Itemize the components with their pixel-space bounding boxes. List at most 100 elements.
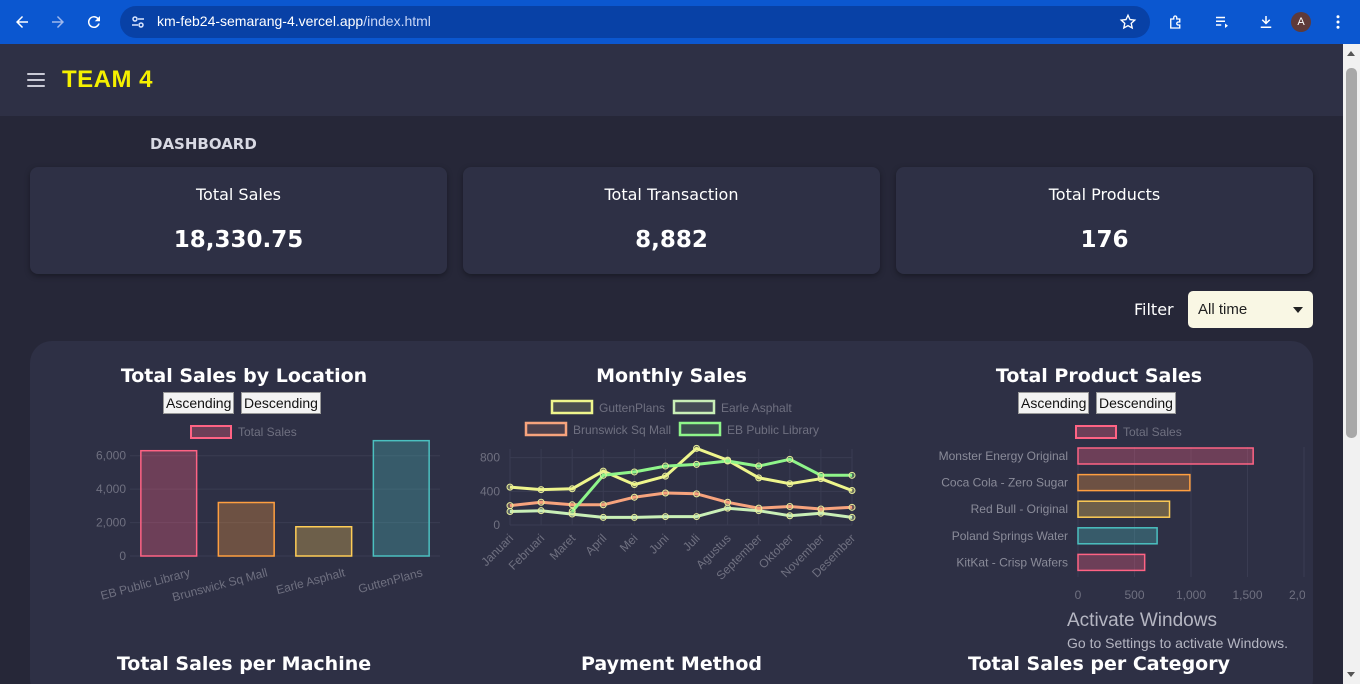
extensions-icon[interactable]	[1162, 8, 1190, 36]
filter-selected-value: All time	[1198, 301, 1248, 318]
data-point	[755, 474, 763, 482]
legend-label: GuttenPlans	[599, 401, 665, 415]
series-line	[509, 446, 853, 492]
url-text: km-feb24-semarang-4.vercel.app/index.htm…	[157, 13, 431, 29]
scroll-down-icon[interactable]	[1347, 672, 1355, 677]
bar	[1077, 447, 1254, 465]
x-tick-label: 1,000	[1176, 588, 1206, 602]
data-point	[630, 513, 638, 521]
payment-chart-title: Payment Method	[580, 653, 762, 675]
bar	[1077, 473, 1191, 492]
url-path: /index.html	[363, 13, 431, 29]
filter-select[interactable]: All time	[1188, 291, 1313, 328]
card-value: 18,330.75	[173, 227, 304, 253]
legend-label: Total Sales	[1123, 425, 1182, 439]
legend-label: Earle Asphalt	[721, 401, 792, 415]
product-descending-button[interactable]: Descending	[1096, 392, 1176, 414]
data-point	[506, 483, 514, 491]
data-point	[568, 485, 576, 493]
media-controls-icon[interactable]	[1208, 8, 1236, 36]
bar	[1077, 553, 1146, 572]
bookmark-star-icon[interactable]	[1114, 8, 1142, 36]
legend-label: EB Public Library	[727, 423, 819, 437]
machine-chart-title: Total Sales per Machine	[116, 653, 372, 675]
page: TEAM 4 DASHBOARD Total Sales 18,330.75 T…	[0, 44, 1343, 684]
card-label: Total Sales	[195, 185, 282, 204]
data-point	[630, 481, 638, 489]
y-tick-label: Monster Energy Original	[939, 449, 1068, 463]
data-point	[817, 505, 825, 513]
x-tick-label: GuttenPlans	[357, 565, 424, 596]
forward-icon[interactable]	[44, 8, 72, 36]
x-tick-label: 1,500	[1232, 588, 1262, 602]
watermark-line2: Go to Settings to activate Windows.	[1067, 635, 1288, 651]
data-point	[661, 472, 669, 480]
data-point	[724, 504, 732, 512]
y-tick-label: 2,000	[96, 516, 126, 530]
x-tick-label: 2,000	[1289, 588, 1305, 602]
product-hbar-chart: Total Sales 0 500 1,000 1,500 2,000 Monster En…	[939, 425, 1305, 602]
site-settings-icon[interactable]	[130, 14, 146, 30]
download-icon[interactable]	[1252, 8, 1280, 36]
x-tick-label: Juni	[646, 531, 671, 556]
data-point	[693, 513, 701, 521]
y-tick-label: Coca Cola - Zero Sugar	[941, 476, 1068, 490]
data-point	[661, 489, 669, 497]
y-tick-label: 6,000	[96, 449, 126, 463]
data-point	[755, 504, 763, 512]
data-point	[599, 501, 607, 509]
page-scrollbar[interactable]	[1343, 44, 1360, 684]
legend-swatch	[1075, 425, 1117, 439]
browser-menu-icon[interactable]	[1324, 8, 1352, 36]
y-tick-label: 4,000	[96, 482, 126, 496]
data-point	[786, 512, 794, 520]
filter-label: Filter	[1134, 300, 1174, 319]
bar	[1077, 527, 1158, 545]
data-point	[693, 490, 701, 498]
back-icon[interactable]	[8, 8, 36, 36]
x-tick-label: Mei	[617, 531, 641, 555]
card-label: Total Products	[1048, 185, 1161, 204]
legend-label: Brunswick Sq Mall	[573, 423, 671, 437]
x-tick-label: Earle Asphalt	[275, 565, 348, 597]
scrollbar-thumb[interactable]	[1346, 68, 1357, 438]
series-line	[509, 506, 853, 519]
total-sales-card: Total Sales 18,330.75	[30, 167, 447, 274]
card-value: 176	[1080, 227, 1129, 253]
location-chart-title: Total Sales by Location	[120, 365, 368, 387]
data-point	[755, 462, 763, 470]
address-bar[interactable]: km-feb24-semarang-4.vercel.app/index.htm…	[120, 6, 1150, 38]
card-label: Total Transaction	[604, 185, 739, 204]
data-point	[537, 486, 545, 494]
legend-swatch	[550, 399, 594, 415]
monthly-chart-title: Monthly Sales	[596, 365, 747, 387]
legend-swatch	[524, 421, 568, 437]
card-value: 8,882	[635, 227, 708, 253]
data-point	[568, 508, 576, 516]
profile-avatar[interactable]: A	[1291, 12, 1311, 32]
scroll-up-icon[interactable]	[1347, 51, 1355, 56]
hamburger-menu-icon[interactable]	[27, 73, 45, 87]
total-products-card: Total Products 176	[896, 167, 1313, 274]
data-point	[817, 471, 825, 479]
category-chart-title: Total Sales per Category	[968, 653, 1230, 675]
data-point	[724, 498, 732, 506]
y-tick-label: 400	[480, 484, 500, 498]
reload-icon[interactable]	[80, 8, 108, 36]
y-tick-label: Red Bull - Original	[971, 502, 1068, 516]
x-tick-label: Maret	[547, 531, 579, 563]
location-ascending-button[interactable]: Ascending	[163, 392, 235, 414]
product-ascending-button[interactable]: Ascending	[1018, 392, 1090, 414]
location-descending-button[interactable]: Descending	[241, 392, 321, 414]
page-title: DASHBOARD	[150, 135, 257, 153]
data-point	[848, 471, 856, 479]
data-point	[599, 471, 607, 479]
y-tick-label: Poland Springs Water	[952, 529, 1068, 543]
data-point	[630, 468, 638, 476]
chevron-down-icon	[1293, 306, 1303, 313]
y-tick-label: 0	[493, 518, 500, 532]
data-point	[848, 513, 856, 521]
data-point	[537, 498, 545, 506]
bar	[1077, 500, 1171, 518]
y-tick-label: 0	[119, 549, 126, 563]
